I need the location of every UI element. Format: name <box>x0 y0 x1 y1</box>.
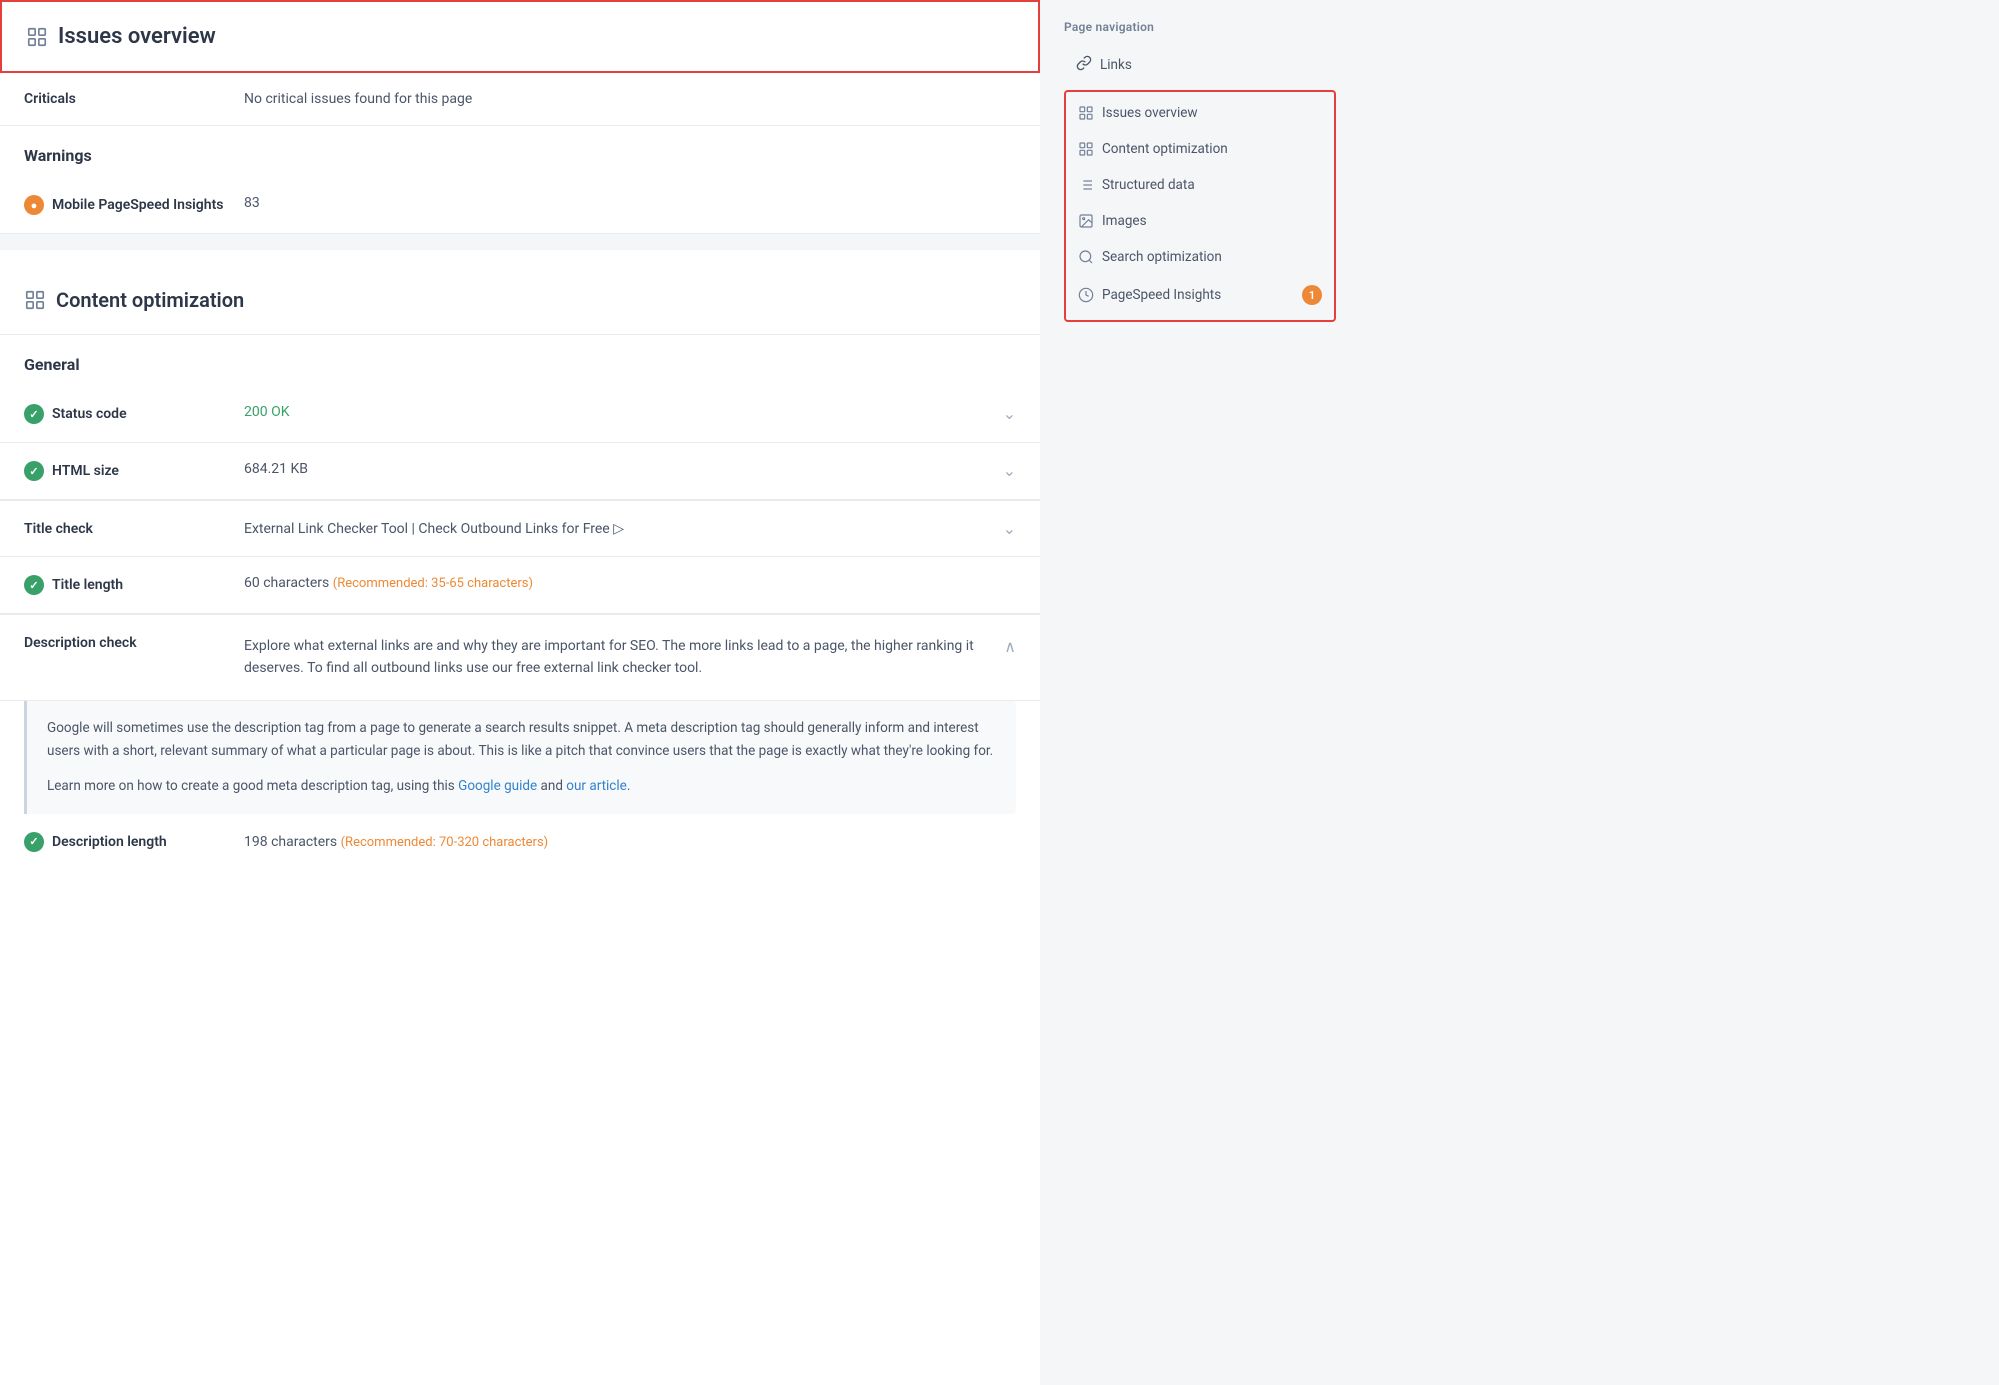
content-optimization-heading: Content optimization <box>56 288 244 312</box>
title-check-chevron[interactable]: ⌄ <box>1003 519 1016 538</box>
issues-overview-nav-label: Issues overview <box>1102 105 1198 121</box>
description-length-value: 198 characters (Recommended: 70-320 char… <box>244 834 1016 850</box>
warning-row-mobile-pagespeed: ● Mobile PageSpeed Insights 83 <box>0 177 1040 234</box>
content-optimization-section: Content optimization General ✓ Status co… <box>0 266 1040 870</box>
sidebar-item-search-optimization[interactable]: Search optimization <box>1066 240 1334 274</box>
warnings-section: Warnings ● Mobile PageSpeed Insights 83 <box>0 126 1040 234</box>
description-length-ok-icon: ✓ <box>24 832 44 852</box>
html-size-ok-icon: ✓ <box>24 461 44 481</box>
description-length-row: ✓ Description length 198 characters (Rec… <box>0 814 1040 870</box>
issues-overview-icon <box>26 26 48 48</box>
images-nav-label: Images <box>1102 213 1147 229</box>
section-gap-1 <box>0 234 1040 250</box>
search-optimization-nav-icon <box>1078 249 1094 265</box>
pagespeed-nav-icon <box>1078 287 1094 303</box>
description-check-chevron[interactable]: ∧ <box>1004 637 1016 656</box>
criticals-label: Criticals <box>24 91 244 107</box>
pagespeed-nav-label: PageSpeed Insights <box>1102 287 1221 303</box>
criticals-row: Criticals No critical issues found for t… <box>0 73 1040 126</box>
title-check-value: External Link Checker Tool | Check Outbo… <box>244 521 1003 537</box>
title-check-header-row[interactable]: Title check External Link Checker Tool |… <box>0 501 1040 557</box>
issues-overview-section-header: Issues overview <box>0 0 1040 73</box>
html-size-chevron[interactable]: ⌄ <box>1003 461 1016 480</box>
nav-box: Issues overview Content optimization <box>1064 90 1336 322</box>
page-navigation-label: Page navigation <box>1064 20 1336 34</box>
our-article-link[interactable]: our article <box>566 778 627 794</box>
links-label: Links <box>1100 57 1132 73</box>
content-optimization-icon <box>24 289 46 311</box>
title-length-label: ✓ Title length <box>24 575 244 595</box>
warn-icon: ● <box>24 195 44 215</box>
warning-item-value: 83 <box>244 195 1016 211</box>
sidebar-item-structured-data[interactable]: Structured data <box>1066 168 1334 202</box>
status-code-chevron[interactable]: ⌄ <box>1003 404 1016 423</box>
google-guide-link[interactable]: Google guide <box>458 778 537 794</box>
structured-data-nav-label: Structured data <box>1102 177 1195 193</box>
images-nav-icon <box>1078 213 1094 229</box>
description-expanded-p2: Learn more on how to create a good meta … <box>47 775 996 798</box>
status-code-label: ✓ Status code <box>24 404 244 424</box>
search-optimization-nav-label: Search optimization <box>1102 249 1222 265</box>
issues-overview-heading: Issues overview <box>58 24 216 49</box>
issues-overview-nav-icon <box>1078 105 1094 121</box>
title-check-label: Title check <box>24 521 244 537</box>
warning-item-label: ● Mobile PageSpeed Insights <box>24 195 244 215</box>
content-optimization-nav-label: Content optimization <box>1102 141 1228 157</box>
general-label: General <box>0 335 1040 386</box>
title-length-value: 60 characters (Recommended: 35-65 charac… <box>244 575 1016 591</box>
sidebar: Page navigation Links <box>1040 0 1360 1385</box>
description-length-recommended: (Recommended: 70-320 characters) <box>341 835 549 850</box>
description-expanded-p1: Google will sometimes use the descriptio… <box>47 717 996 763</box>
content-optimization-header: Content optimization <box>0 266 1040 335</box>
content-optimization-nav-icon <box>1078 141 1094 157</box>
description-check-value: Explore what external links are and why … <box>244 635 992 680</box>
sidebar-item-links[interactable]: Links <box>1064 46 1336 84</box>
pagespeed-badge: 1 <box>1302 285 1322 305</box>
description-length-label: ✓ Description length <box>24 832 244 852</box>
status-code-value: 200 OK <box>244 404 1003 420</box>
html-size-row[interactable]: ✓ HTML size 684.21 KB ⌄ <box>0 443 1040 500</box>
sidebar-item-content-optimization[interactable]: Content optimization <box>1066 132 1334 166</box>
html-size-value: 684.21 KB <box>244 461 1003 477</box>
sidebar-item-issues-overview[interactable]: Issues overview <box>1066 96 1334 130</box>
html-size-label: ✓ HTML size <box>24 461 244 481</box>
status-ok-icon: ✓ <box>24 404 44 424</box>
warnings-label: Warnings <box>0 126 1040 177</box>
link-icon <box>1076 55 1092 75</box>
title-length-ok-icon: ✓ <box>24 575 44 595</box>
status-code-row[interactable]: ✓ Status code 200 OK ⌄ <box>0 386 1040 443</box>
sidebar-item-pagespeed-insights[interactable]: PageSpeed Insights 1 <box>1066 276 1334 314</box>
description-check-label: Description check <box>24 635 244 651</box>
description-expanded: Google will sometimes use the descriptio… <box>24 701 1016 814</box>
title-length-row: ✓ Title length 60 characters (Recommende… <box>0 557 1040 614</box>
structured-data-nav-icon <box>1078 177 1094 193</box>
title-length-recommended: (Recommended: 35-65 characters) <box>333 576 533 591</box>
sidebar-item-images[interactable]: Images <box>1066 204 1334 238</box>
description-check-row[interactable]: Description check Explore what external … <box>0 615 1040 701</box>
criticals-value: No critical issues found for this page <box>244 91 472 107</box>
